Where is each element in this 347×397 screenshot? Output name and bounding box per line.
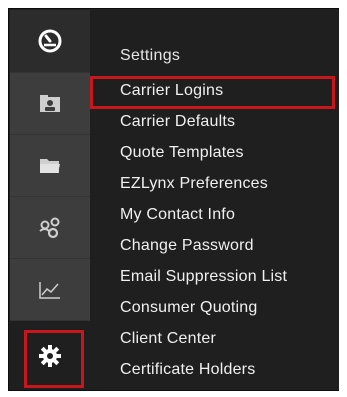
menu-item-consumer-quoting[interactable]: Consumer Quoting	[120, 294, 258, 322]
people-icon	[37, 216, 63, 240]
dashboard-icon	[37, 28, 63, 54]
menu-item-email-suppression-list[interactable]: Email Suppression List	[120, 263, 287, 291]
menu-item-my-contact-info[interactable]: My Contact Info	[120, 201, 235, 229]
settings-menu: Settings Carrier Logins Carrier Defaults…	[90, 10, 339, 390]
menu-item-carrier-defaults[interactable]: Carrier Defaults	[120, 108, 235, 136]
icon-rail	[10, 10, 90, 390]
menu-item-client-center[interactable]: Client Center	[120, 325, 216, 353]
chart-icon	[38, 280, 62, 300]
rail-item-contacts[interactable]	[10, 72, 90, 134]
menu-item-carrier-logins[interactable]: Carrier Logins	[120, 77, 223, 105]
menu-item-certificate-holders[interactable]: Certificate Holders	[120, 356, 255, 384]
contacts-icon	[39, 94, 61, 113]
folder-icon	[39, 157, 61, 175]
gear-icon	[39, 344, 61, 367]
rail-item-files[interactable]	[10, 134, 90, 196]
settings-menu-title: Settings	[120, 47, 181, 64]
navigation-panel: Settings Carrier Logins Carrier Defaults…	[8, 8, 339, 391]
rail-item-dashboard[interactable]	[10, 10, 90, 72]
menu-item-change-password[interactable]: Change Password	[120, 232, 254, 260]
rail-item-people[interactable]	[10, 196, 90, 258]
menu-item-quote-templates[interactable]: Quote Templates	[120, 139, 244, 167]
menu-item-ezlynx-preferences[interactable]: EZLynx Preferences	[120, 170, 268, 198]
rail-item-settings[interactable]	[10, 320, 90, 390]
rail-item-reports[interactable]	[10, 258, 90, 320]
